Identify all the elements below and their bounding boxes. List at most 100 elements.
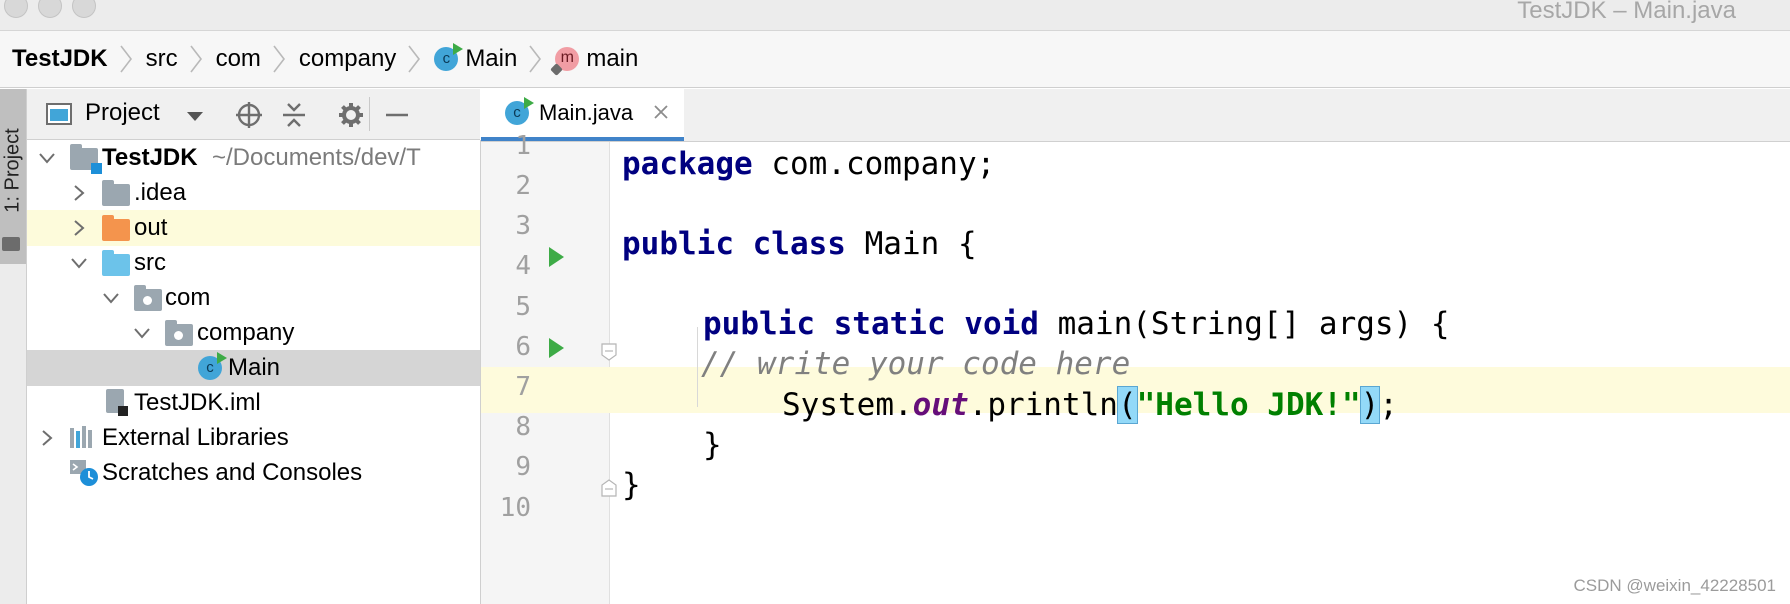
fold-marker-icon[interactable] — [600, 479, 618, 497]
tree-item-label: out — [134, 214, 168, 241]
code-text: main(String[] args) { — [1038, 306, 1450, 342]
line-number: 3 — [515, 211, 531, 241]
keyword: public static void — [703, 306, 1039, 342]
code-text: Main { — [845, 226, 977, 262]
string-literal: "Hello JDK!" — [1136, 387, 1361, 423]
line-number: 1 — [515, 131, 531, 161]
folder-icon — [102, 180, 130, 206]
indent-guide — [697, 327, 698, 407]
chevron-right-icon[interactable] — [69, 218, 89, 238]
breadcrumb-item-company[interactable]: company — [299, 44, 434, 74]
code-line-5: public static void main(String[] args) { — [703, 306, 1450, 342]
code-text: com.company; — [752, 146, 996, 182]
tree-item-com[interactable]: com — [27, 280, 480, 316]
window-title: TestJDK – Main.java — [1517, 0, 1736, 24]
tree-item-out[interactable]: out — [27, 210, 480, 246]
code-line-7: System.out.println("Hello JDK!"); — [782, 386, 1398, 424]
gear-icon[interactable] — [337, 101, 365, 129]
folder-icon — [2, 237, 20, 251]
tree-item-label: com — [165, 284, 211, 311]
package-icon — [165, 320, 193, 346]
tree-item-label: External Libraries — [102, 424, 289, 451]
run-method-icon[interactable] — [549, 338, 564, 358]
project-tool-window-label: 1: Project — [1, 128, 24, 213]
line-number: 2 — [515, 171, 531, 201]
chevron-right-icon — [408, 45, 421, 73]
project-panel-header: Project — [27, 89, 480, 140]
chevron-down-icon[interactable] — [101, 288, 121, 308]
minimize-window-button[interactable] — [38, 0, 62, 18]
keyword: public class — [622, 226, 846, 262]
project-view-selector[interactable]: Project — [85, 99, 160, 127]
tree-item-label: Main — [228, 354, 281, 381]
chevron-right-icon — [189, 45, 202, 73]
chevron-down-icon[interactable] — [132, 323, 152, 343]
chevron-right-icon — [529, 45, 542, 73]
breadcrumb: TestJDK src com company c Main m main — [0, 31, 1790, 88]
tree-item-company[interactable]: company — [27, 315, 480, 351]
tree-item-label: TestJDK — [102, 144, 198, 171]
tree-item-label: company — [197, 319, 295, 346]
tree-item-label: TestJDK.iml — [134, 389, 261, 416]
fold-marker-icon[interactable] — [600, 343, 618, 361]
breadcrumb-label: company — [298, 45, 397, 72]
keyword: package — [622, 146, 753, 182]
tree-item-external-libraries[interactable]: External Libraries — [27, 420, 480, 456]
method-icon: m — [550, 47, 580, 76]
class-icon: c — [198, 352, 227, 380]
breadcrumb-item-main-class[interactable]: c Main — [434, 43, 555, 74]
editor-tab-bar: c Main.java — [481, 89, 1790, 142]
line-number: 5 — [515, 292, 531, 322]
tree-item-main[interactable]: c Main — [27, 350, 480, 386]
chevron-right-icon[interactable] — [37, 428, 57, 448]
tree-item-label: Scratches and Consoles — [102, 459, 363, 486]
run-class-icon[interactable] — [549, 247, 564, 267]
tree-item-testjdk[interactable]: TestJDK ~/Documents/dev/T — [27, 140, 480, 176]
chevron-down-icon[interactable] — [69, 253, 89, 273]
project-tool-window-button[interactable]: 1: Project — [0, 89, 26, 264]
breadcrumb-label: src — [145, 45, 178, 72]
chevron-right-icon — [273, 45, 285, 73]
chevron-down-icon[interactable] — [187, 112, 203, 121]
line-number: 10 — [499, 493, 531, 523]
tree-item-iml[interactable]: TestJDK.iml — [27, 385, 480, 421]
breadcrumb-item-project[interactable]: TestJDK — [12, 44, 146, 74]
breadcrumb-label: Main — [465, 45, 518, 72]
project-tree: TestJDK ~/Documents/dev/T .idea out src … — [27, 140, 481, 604]
breadcrumb-item-com[interactable]: com — [216, 44, 299, 74]
breadcrumb-label: TestJDK — [12, 45, 108, 72]
breadcrumb-item-src[interactable]: src — [146, 44, 216, 74]
breadcrumb-item-main-method[interactable]: m main — [550, 45, 638, 76]
close-icon[interactable] — [652, 103, 670, 121]
code-text: .println — [968, 387, 1118, 423]
code-line-6-comment: // write your code here — [701, 346, 1131, 382]
chevron-right-icon — [119, 45, 132, 73]
collapse-all-icon[interactable] — [280, 101, 308, 129]
zoom-window-button[interactable] — [72, 0, 96, 18]
hide-icon[interactable] — [383, 101, 411, 129]
line-number: 9 — [515, 452, 531, 482]
scratches-icon — [70, 460, 98, 486]
tree-item-idea[interactable]: .idea — [27, 175, 480, 211]
class-icon: c — [505, 97, 534, 125]
chevron-right-icon[interactable] — [69, 183, 89, 203]
toolbar-divider — [369, 97, 370, 131]
code-line-3: public class Main { — [622, 226, 977, 262]
tree-item-label: src — [134, 249, 166, 276]
line-number: 4 — [515, 251, 531, 281]
code-line-1: package com.company; — [622, 146, 995, 182]
code-text: System. — [782, 387, 913, 423]
title-bar: TestJDK – Main.java — [0, 0, 1790, 31]
matched-paren: ( — [1116, 386, 1138, 424]
tree-item-label: .idea — [134, 179, 187, 206]
code-line-9: } — [622, 467, 641, 503]
project-view-icon — [46, 103, 72, 125]
field-reference: out — [912, 387, 969, 423]
locate-icon[interactable] — [235, 101, 263, 129]
module-icon — [70, 144, 102, 174]
close-window-button[interactable] — [4, 0, 28, 18]
breadcrumb-label: com — [215, 45, 261, 72]
tree-item-src[interactable]: src — [27, 245, 480, 281]
tree-item-scratches[interactable]: Scratches and Consoles — [27, 455, 480, 491]
chevron-down-icon[interactable] — [37, 148, 57, 168]
